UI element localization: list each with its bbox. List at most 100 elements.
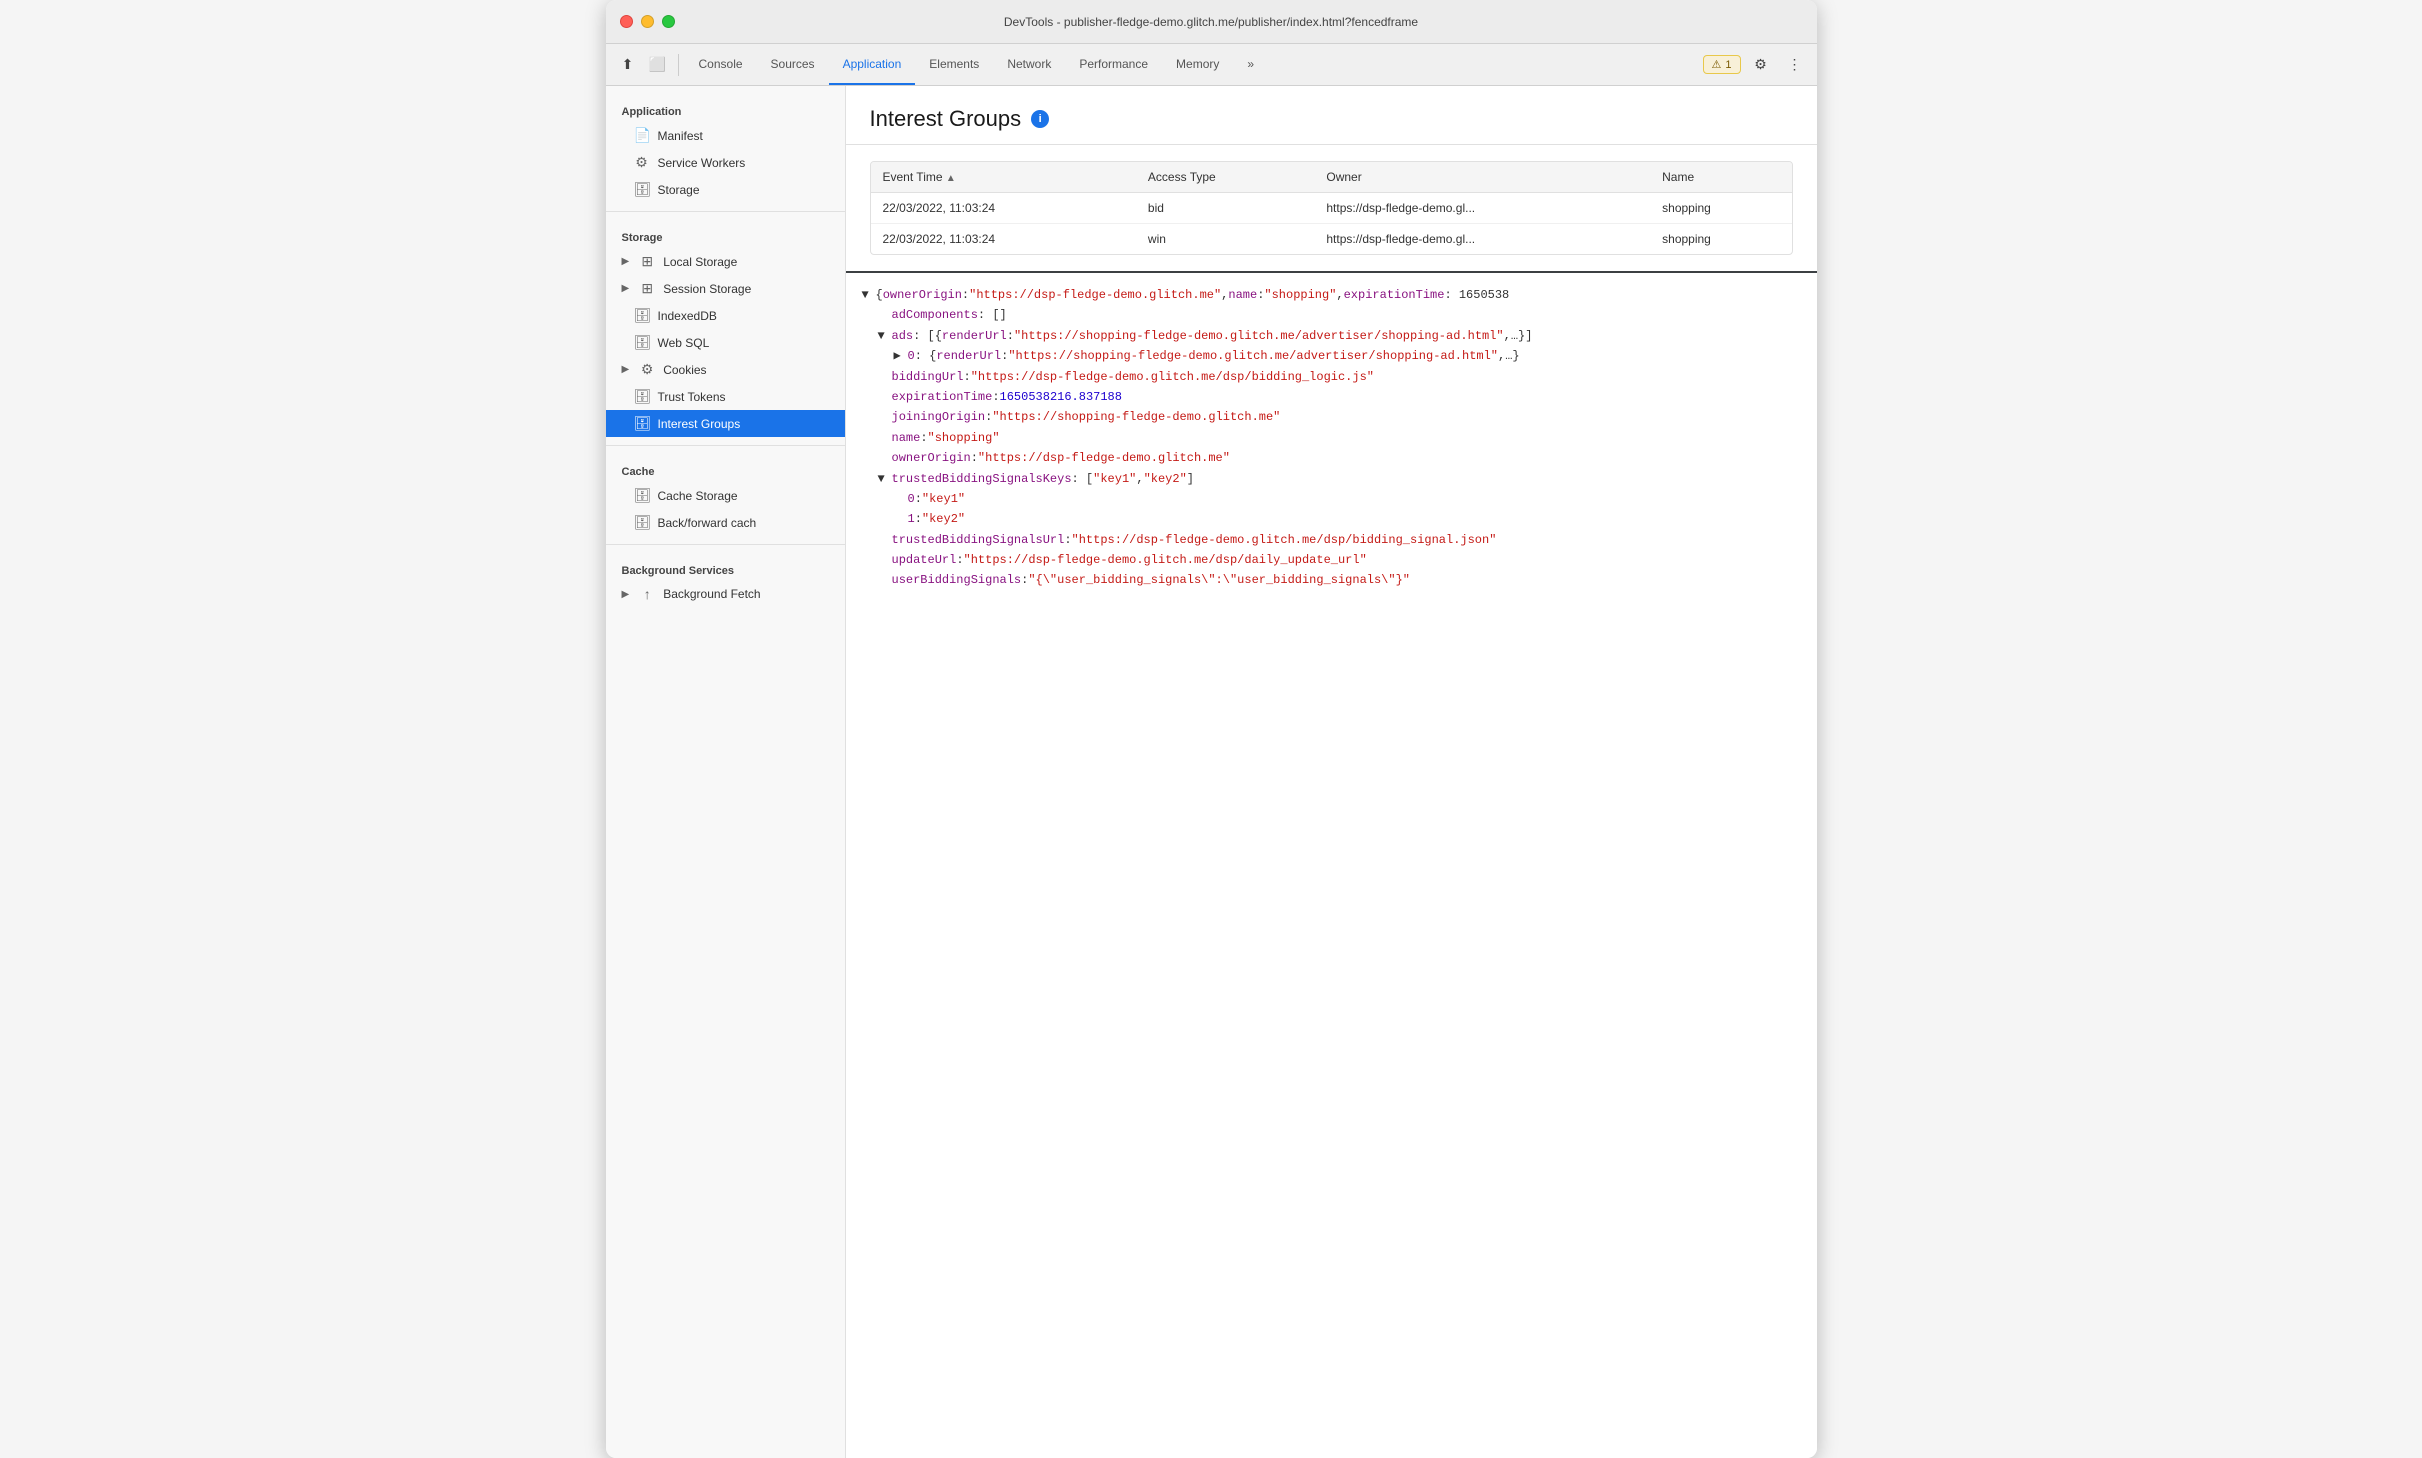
minimize-button[interactable] [641, 15, 654, 28]
info-icon[interactable]: i [1031, 110, 1049, 128]
settings-icon: ⚙ [1754, 56, 1767, 73]
cursor-icon: ⬆ [622, 56, 634, 73]
sidebar-item-cookies[interactable]: ▶ ⚙ Cookies [606, 356, 845, 383]
interest-groups-icon: 🗄 [634, 415, 650, 432]
detail-line-12: trustedBiddingSignalsUrl : "https://dsp-… [862, 530, 1801, 550]
sidebar-item-manifest[interactable]: 📄 Manifest [606, 122, 845, 149]
interest-groups-table: Event Time ▲ Access Type Owner Name [870, 161, 1793, 255]
sidebar-divider-3 [606, 544, 845, 545]
more-options-button[interactable]: ⋮ [1781, 51, 1809, 79]
sidebar-item-indexeddb[interactable]: 🗄 IndexedDB [606, 302, 845, 329]
sidebar: Application 📄 Manifest ⚙ Service Workers… [606, 86, 846, 1458]
tab-memory[interactable]: Memory [1162, 44, 1233, 85]
window-title: DevTools - publisher-fledge-demo.glitch.… [1004, 15, 1418, 29]
spacer-6 [878, 407, 890, 427]
tab-application[interactable]: Application [829, 44, 916, 85]
sidebar-section-application: Application [606, 94, 845, 122]
sidebar-item-storage-app[interactable]: 🗄 Storage [606, 176, 845, 203]
sidebar-item-backforward-cache[interactable]: 🗄 Back/forward cach [606, 509, 845, 536]
sidebar-item-web-sql[interactable]: 🗄 Web SQL [606, 329, 845, 356]
table-row[interactable]: 22/03/2022, 11:03:24 win https://dsp-fle… [871, 224, 1792, 255]
local-storage-arrow: ▶ [622, 256, 630, 267]
sidebar-item-local-storage[interactable]: ▶ ⊞ Local Storage [606, 248, 845, 275]
local-storage-icon: ⊞ [639, 253, 655, 270]
detail-line-1: adComponents : [] [862, 305, 1801, 325]
maximize-button[interactable] [662, 15, 675, 28]
detail-line-10: 0 : "key1" [862, 489, 1801, 509]
col-access-type[interactable]: Access Type [1136, 162, 1314, 193]
sidebar-item-service-workers[interactable]: ⚙ Service Workers [606, 149, 845, 176]
collapse-arrow-9[interactable]: ▼ [878, 469, 890, 489]
sidebar-item-session-storage[interactable]: ▶ ⊞ Session Storage [606, 275, 845, 302]
web-sql-icon: 🗄 [634, 334, 650, 351]
session-storage-icon: ⊞ [639, 280, 655, 297]
main-layout: Application 📄 Manifest ⚙ Service Workers… [606, 86, 1817, 1458]
trust-tokens-icon: 🗄 [634, 388, 650, 405]
close-button[interactable] [620, 15, 633, 28]
detail-line-8: ownerOrigin : "https://dsp-fledge-demo.g… [862, 448, 1801, 468]
detail-line-0: ▼ { ownerOrigin : "https://dsp-fledge-de… [862, 285, 1801, 305]
warning-icon: ⚠ [1712, 58, 1722, 71]
devtools-window: DevTools - publisher-fledge-demo.glitch.… [606, 0, 1817, 1458]
spacer-13 [878, 550, 890, 570]
col-name[interactable]: Name [1650, 162, 1791, 193]
traffic-lights [620, 15, 675, 28]
detail-line-6: joiningOrigin : "https://shopping-fledge… [862, 407, 1801, 427]
service-workers-icon: ⚙ [634, 154, 650, 171]
spacer-12 [878, 530, 890, 550]
collapse-arrow-2[interactable]: ▼ [878, 326, 890, 346]
spacer-8 [878, 448, 890, 468]
sidebar-item-cache-storage[interactable]: 🗄 Cache Storage [606, 482, 845, 509]
spacer-10 [894, 489, 906, 509]
toolbar: ⬆ ⬜ Console Sources Application Elements… [606, 44, 1817, 86]
cell-name-0: shopping [1650, 193, 1791, 224]
cell-owner-0: https://dsp-fledge-demo.gl... [1314, 193, 1650, 224]
warning-badge[interactable]: ⚠ 1 [1703, 55, 1741, 74]
sidebar-item-trust-tokens[interactable]: 🗄 Trust Tokens [606, 383, 845, 410]
sidebar-divider-2 [606, 445, 845, 446]
spacer-11 [894, 509, 906, 529]
backforward-cache-icon: 🗄 [634, 514, 650, 531]
tab-elements[interactable]: Elements [915, 44, 993, 85]
collapse-arrow-0[interactable]: ▼ [862, 285, 874, 305]
cursor-icon-button[interactable]: ⬆ [614, 51, 642, 79]
detail-panel[interactable]: ▼ { ownerOrigin : "https://dsp-fledge-de… [846, 271, 1817, 1458]
spacer-4 [878, 367, 890, 387]
col-owner[interactable]: Owner [1314, 162, 1650, 193]
detail-line-5: expirationTime : 1650538216.837188 [862, 387, 1801, 407]
inspect-icon: ⬜ [649, 56, 666, 73]
sidebar-item-background-fetch[interactable]: ▶ ↑ Background Fetch [606, 581, 845, 607]
inspect-icon-button[interactable]: ⬜ [644, 51, 672, 79]
table-row[interactable]: 22/03/2022, 11:03:24 bid https://dsp-fle… [871, 193, 1792, 224]
settings-button[interactable]: ⚙ [1747, 51, 1775, 79]
tab-more[interactable]: » [1233, 44, 1268, 85]
content-area: Interest Groups i Event Time ▲ A [846, 86, 1817, 1458]
sidebar-item-interest-groups[interactable]: 🗄 Interest Groups [606, 410, 845, 437]
detail-line-9: ▼ trustedBiddingSignalsKeys : [ "key1" ,… [862, 469, 1801, 489]
table-body: 22/03/2022, 11:03:24 bid https://dsp-fle… [871, 193, 1792, 255]
spacer-5 [878, 387, 890, 407]
sidebar-divider-1 [606, 211, 845, 212]
cell-access-type-0: bid [1136, 193, 1314, 224]
manifest-icon: 📄 [634, 127, 650, 144]
sort-arrow: ▲ [946, 173, 956, 184]
cookies-arrow: ▶ [622, 364, 630, 375]
detail-line-14: userBiddingSignals : "{\"user_bidding_si… [862, 570, 1801, 590]
cookies-icon: ⚙ [639, 361, 655, 378]
tab-network[interactable]: Network [993, 44, 1065, 85]
table-header: Event Time ▲ Access Type Owner Name [871, 162, 1792, 193]
content-header: Interest Groups i [846, 86, 1817, 145]
indexeddb-icon: 🗄 [634, 307, 650, 324]
detail-line-13: updateUrl : "https://dsp-fledge-demo.gli… [862, 550, 1801, 570]
storage-app-icon: 🗄 [634, 181, 650, 198]
toolbar-right: ⚠ 1 ⚙ ⋮ [1703, 51, 1809, 79]
detail-line-3: ▶ 0 : { renderUrl : "https://shopping-fl… [862, 346, 1801, 366]
session-storage-arrow: ▶ [622, 283, 630, 294]
tab-sources[interactable]: Sources [757, 44, 829, 85]
tab-console[interactable]: Console [685, 44, 757, 85]
col-event-time[interactable]: Event Time ▲ [871, 162, 1136, 193]
detail-line-2: ▼ ads : [{ renderUrl : "https://shopping… [862, 326, 1801, 346]
collapse-arrow-3[interactable]: ▶ [894, 346, 906, 366]
tab-performance[interactable]: Performance [1065, 44, 1162, 85]
cell-name-1: shopping [1650, 224, 1791, 255]
